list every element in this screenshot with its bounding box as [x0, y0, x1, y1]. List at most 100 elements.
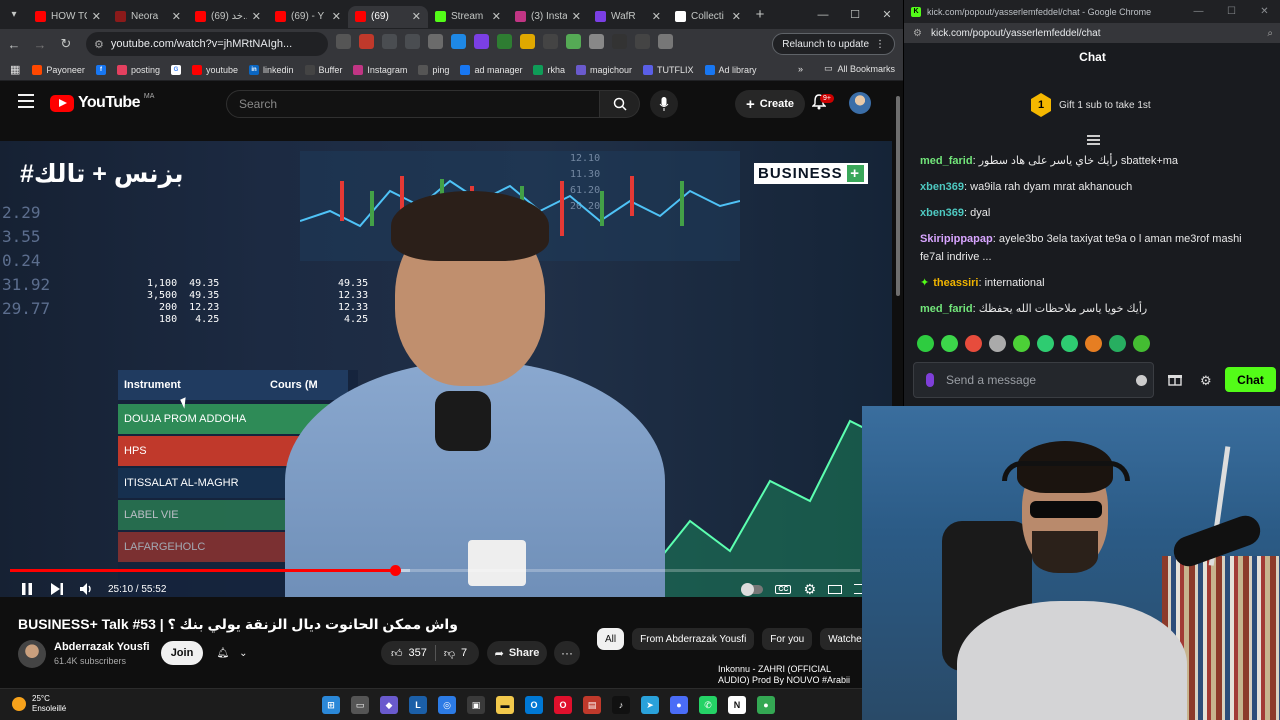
bookmark-item[interactable]: Buffer	[304, 64, 342, 75]
bookmark-item[interactable]: posting	[116, 64, 160, 75]
opera-icon[interactable]: O	[554, 696, 572, 714]
extension-icon[interactable]	[336, 34, 351, 49]
close-tab-icon[interactable]: ✕	[412, 10, 421, 23]
app3-icon[interactable]: ●	[670, 696, 688, 714]
more-actions-button[interactable]: ···	[554, 641, 580, 665]
volume-button[interactable]	[72, 577, 102, 601]
relaunch-button[interactable]: Relaunch to update ⋮	[772, 33, 895, 55]
minimize-icon[interactable]: —	[1182, 0, 1215, 23]
bookmark-item[interactable]: TUTFLIX	[643, 64, 694, 75]
youtube-logo[interactable]: YouTube MA	[50, 93, 154, 112]
maximize-icon[interactable]: ☐	[1215, 0, 1248, 23]
reload-icon[interactable]: ↻	[54, 32, 78, 56]
channel-name[interactable]: Abderrazak Yousfi	[54, 641, 150, 653]
close-tab-icon[interactable]: ✕	[172, 10, 181, 23]
extension-icon[interactable]	[405, 34, 420, 49]
file-explorer-icon[interactable]: ▬	[496, 696, 514, 714]
emote-icon[interactable]	[1013, 335, 1030, 352]
emote-icon[interactable]	[1109, 335, 1126, 352]
copilot-icon[interactable]: ◆	[380, 696, 398, 714]
autoplay-toggle[interactable]	[741, 582, 764, 596]
chat-username[interactable]: xben369	[920, 181, 964, 193]
close-tab-icon[interactable]: ✕	[492, 10, 501, 23]
browser-tab[interactable]: Collecti ✕	[668, 6, 748, 28]
bookmark-item[interactable]: Instagram	[353, 64, 407, 75]
settings-gear-icon[interactable]: ⚙	[803, 581, 816, 598]
theater-mode-icon[interactable]	[828, 584, 842, 594]
emote-icon[interactable]	[917, 335, 934, 352]
chat-username[interactable]: xben369	[920, 207, 964, 219]
extension-icon[interactable]	[497, 34, 512, 49]
like-button[interactable]: 👍︎ 357	[381, 645, 436, 661]
voice-search-button[interactable]	[650, 90, 678, 118]
close-tab-icon[interactable]: ✕	[92, 10, 101, 23]
browser-tab[interactable]: HOW TO ✕	[28, 6, 108, 28]
back-icon[interactable]: ←	[2, 32, 26, 56]
apps-grid-icon[interactable]: ▦	[10, 63, 20, 76]
bookmark-item[interactable]: f	[95, 64, 106, 75]
notion-icon[interactable]: N	[728, 696, 746, 714]
video-progress-bar[interactable]	[10, 565, 860, 576]
chat-address-bar[interactable]: ⚙ kick.com/popout/yasserlemfeddel/chat ⌕	[904, 23, 1280, 43]
extension-icon[interactable]	[543, 34, 558, 49]
bookmark-item[interactable]: Ad library	[704, 64, 757, 75]
task-view-icon[interactable]: ▭	[351, 696, 369, 714]
browser-tab[interactable]: Neora ✕	[108, 6, 188, 28]
extension-icon[interactable]	[382, 34, 397, 49]
bookmark-item[interactable]: magichour	[576, 64, 632, 75]
extension-icon[interactable]	[635, 34, 650, 49]
chip-from-channel[interactable]: From Abderrazak Yousfi	[632, 628, 755, 650]
chat-username[interactable]: med_farid	[920, 303, 973, 315]
send-chat-button[interactable]: Chat	[1225, 367, 1276, 392]
emote-icon[interactable]	[941, 335, 958, 352]
emoji-picker-icon[interactable]	[1136, 375, 1147, 386]
recommended-video-title[interactable]: Inkonnu - ZAHRI (OFFICIAL AUDIO) Prod By…	[718, 664, 858, 686]
extension-icon[interactable]	[612, 34, 627, 49]
outlook-icon[interactable]: O	[525, 696, 543, 714]
site-info-icon[interactable]: ⚙	[94, 38, 104, 51]
windows-start-icon[interactable]: ⊞	[322, 696, 340, 714]
zoom-icon[interactable]: ⌕	[1267, 28, 1273, 39]
emote-icon[interactable]	[1061, 335, 1078, 352]
scrubber-handle[interactable]	[390, 565, 402, 576]
whatsapp-icon[interactable]: ✆	[699, 696, 717, 714]
extension-icon[interactable]	[474, 34, 489, 49]
bookmark-item[interactable]: ad manager	[460, 64, 522, 75]
bookmark-item[interactable]: in linkedin	[249, 64, 294, 75]
chip-all[interactable]: All	[597, 628, 625, 650]
browser-tab[interactable]: (69) - Y ✕	[268, 6, 348, 28]
forward-icon[interactable]: →	[28, 32, 52, 56]
browser-tab[interactable]: WafR ✕	[588, 6, 668, 28]
maximize-icon[interactable]: ☐	[839, 0, 871, 29]
channel-avatar[interactable]	[18, 640, 46, 668]
close-window-icon[interactable]: ✕	[871, 0, 903, 29]
dislike-button[interactable]: 👎︎ 7	[436, 647, 467, 660]
close-tab-icon[interactable]: ✕	[652, 10, 661, 23]
close-tab-icon[interactable]: ✕	[572, 10, 581, 23]
extension-icon[interactable]	[428, 34, 443, 49]
browser-tab[interactable]: (3) Insta ✕	[508, 6, 588, 28]
pause-button[interactable]	[12, 577, 42, 601]
address-bar[interactable]: ⚙ youtube.com/watch?v=jhMRtNAIgh...	[86, 32, 328, 56]
extension-icon[interactable]	[658, 34, 673, 49]
emote-icon[interactable]	[1085, 335, 1102, 352]
search-button[interactable]	[600, 90, 640, 118]
captions-icon[interactable]: CC	[775, 584, 792, 594]
video-player[interactable]: 2.29 3.55 0.24 31.92 29.77 1,100 49.35 3…	[0, 141, 892, 597]
weather-widget[interactable]: 25°C Ensoleillé	[12, 694, 66, 714]
chat-settings-icon[interactable]: ⚙	[1200, 373, 1212, 389]
app-icon[interactable]: L	[409, 696, 427, 714]
minimize-icon[interactable]: —	[807, 0, 839, 29]
browser-tab[interactable]: Stream ✕	[428, 6, 508, 28]
chat-input[interactable]: Send a message	[913, 362, 1154, 398]
overflow-chevron-icon[interactable]: »	[798, 64, 803, 74]
emote-icon[interactable]	[1037, 335, 1054, 352]
extension-icon[interactable]	[566, 34, 581, 49]
vpn-icon[interactable]: ◎	[438, 696, 456, 714]
search-input[interactable]: Search	[226, 90, 600, 118]
emote-icon[interactable]	[965, 335, 982, 352]
subscription-bell-button[interactable]: 🔔︎ ⌄	[209, 641, 255, 665]
extension-icon[interactable]	[359, 34, 374, 49]
share-button[interactable]: ➦ Share	[487, 641, 547, 665]
pinned-expand-icon[interactable]	[1087, 135, 1100, 145]
